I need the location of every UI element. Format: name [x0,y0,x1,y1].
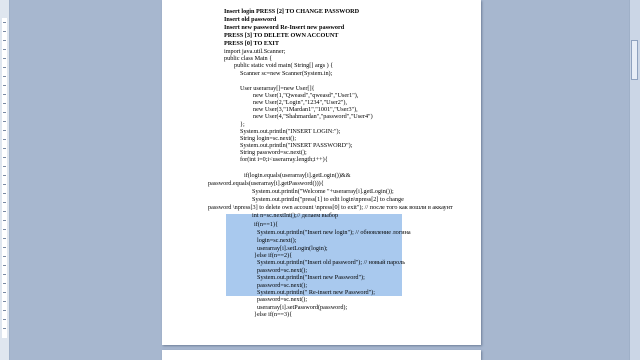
code-line: password \npress[3] to delete own accoun… [208,204,453,211]
code-line: }else if(n==3){ [254,311,293,318]
code-line: new User(2,"Login","1234","User2"), [253,99,348,106]
code-line: Insert new password Re-Insert new passwo… [224,24,345,31]
code-line: if(login.equals(userarray[i].getLogin())… [244,172,351,179]
code-line: new User(4,"Shahmardan","password","User… [253,113,373,120]
code-line: password.equals(userarray[i].getPassword… [208,180,324,187]
code-line: System.out.println(" Re-insert new Passw… [257,289,375,296]
code-line: if(n==1){ [254,221,279,228]
code-line: String password=sc.next(); [240,149,307,156]
code-line: import java.util.Scanner; [224,48,286,55]
code-line: System.out.println("Insert new login"); … [257,229,411,236]
code-line: Scanner sc=new Scanner(System.in); [240,70,333,77]
code-line: login=sc.next(); [257,237,297,244]
code-line: User userarray[]=new User[]{ [240,85,315,92]
code-line: userarray[i].setLogin(login); [257,245,328,252]
code-line: System.out.println("Insert old password"… [257,259,406,266]
code-line: PRESS [3] TO DELETE OWN ACCOUNT [224,32,339,39]
code-line: System.out.println("press[1] to edit log… [252,196,404,203]
code-line: PRESS [0] TO EXIT [224,40,279,47]
code-line: password=sc.next(); [257,296,308,303]
scrollbar-thumb[interactable] [631,40,638,80]
next-page[interactable] [162,350,481,360]
code-line: String login=sc.next(); [240,135,297,142]
code-line: }else if(n==2){ [254,252,293,259]
code-line: new User(1,"Qweasd","qweasd","User1"), [253,92,359,99]
code-line: }; [240,121,245,128]
code-line: new User(3,"1Mardan1","1001","User3"), [253,106,358,113]
code-line: int n=sc.nextInt();// делаем выбор [252,212,339,219]
vertical-ruler [0,0,10,360]
code-line: public static void main( String[] args )… [234,62,334,69]
code-line: System.out.println("Insert new Password"… [257,274,365,281]
code-line: System.out.println("INSERT PASSWORD"); [240,142,353,149]
code-line: password=sc.next(); [257,282,308,289]
code-line: System.out.println("Welcome "+userarray[… [252,188,394,195]
code-line: password=sc.next(); [257,267,308,274]
code-line: userarray[i].setPassword(password); [257,304,348,311]
code-line: Insert login PRESS [2] TO CHANGE PASSWOR… [224,8,360,15]
code-line: public class Main { [224,55,273,62]
document-page[interactable]: Insert login PRESS [2] TO CHANGE PASSWOR… [162,0,481,345]
document-body[interactable]: Insert login PRESS [2] TO CHANGE PASSWOR… [162,0,481,345]
code-line: for(int i=0;i<userarray.length;i++){ [240,156,328,163]
vertical-scrollbar[interactable] [629,0,640,360]
code-line: Insert old password [224,16,277,23]
code-line: System.out.println("INSERT LOGIN:"); [240,128,341,135]
